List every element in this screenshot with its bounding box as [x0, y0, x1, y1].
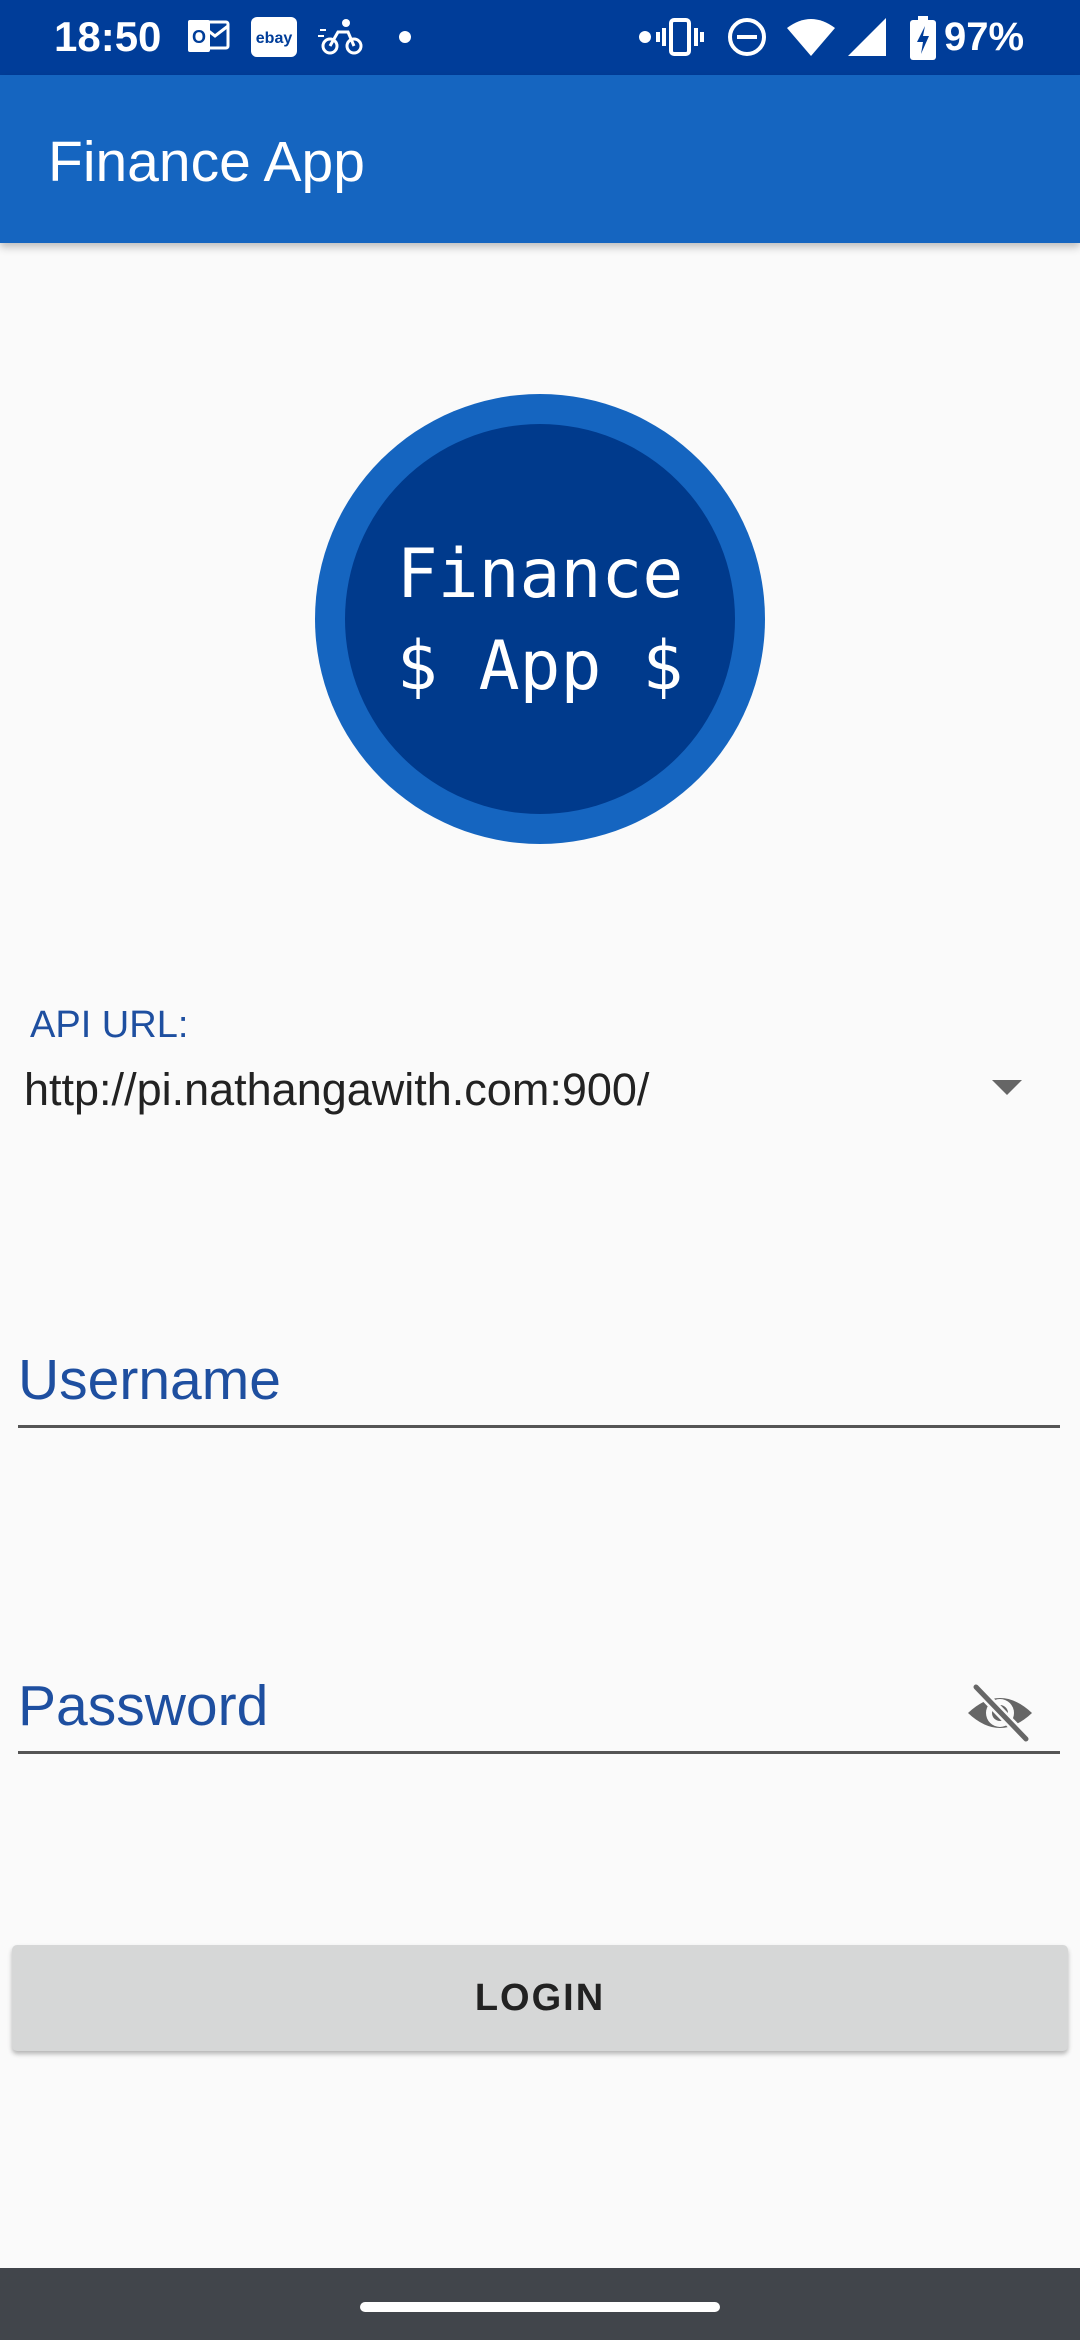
- dot-icon: [639, 31, 651, 43]
- vibrate-icon: [656, 18, 704, 56]
- app-logo: Finance $ App $: [315, 394, 765, 844]
- login-button[interactable]: LOGIN: [12, 1945, 1068, 2051]
- api-url-value: http://pi.nathangawith.com:900/: [24, 1064, 650, 1115]
- status-bar: 18:50 O ebay 97%: [0, 0, 1080, 75]
- svg-text:ebay: ebay: [256, 30, 293, 47]
- dot-icon: [399, 31, 411, 43]
- status-time: 18:50: [54, 13, 162, 60]
- battery-percent: 97%: [944, 15, 1025, 59]
- login-button-label: LOGIN: [474, 1976, 606, 2019]
- api-url-label: API URL:: [30, 1004, 189, 1046]
- home-gesture-handle[interactable]: [360, 2302, 720, 2312]
- dropdown-arrow-icon: [992, 1080, 1022, 1095]
- logo-line-1: Finance: [397, 535, 684, 614]
- signal-icon: [848, 18, 886, 56]
- password-input[interactable]: [18, 1671, 918, 1741]
- outlook-icon: O: [188, 20, 230, 52]
- wifi-icon: [787, 19, 835, 56]
- username-field[interactable]: [18, 1325, 1060, 1428]
- battery-charging-icon: [910, 16, 936, 60]
- eye-off-icon[interactable]: [964, 1677, 1036, 1749]
- ebay-icon: ebay: [251, 17, 297, 57]
- app-bar: Finance App: [0, 75, 1080, 243]
- logo-line-2: $ App $: [397, 627, 684, 706]
- do-not-disturb-icon: [728, 18, 766, 56]
- username-input[interactable]: [18, 1345, 918, 1415]
- app-title: Finance App: [48, 130, 365, 194]
- delivery-icon: [318, 19, 363, 55]
- svg-text:O: O: [192, 27, 206, 47]
- password-field[interactable]: [18, 1651, 1060, 1754]
- api-url-dropdown[interactable]: http://pi.nathangawith.com:900/: [0, 1052, 1080, 1132]
- navigation-bar: [0, 2268, 1080, 2340]
